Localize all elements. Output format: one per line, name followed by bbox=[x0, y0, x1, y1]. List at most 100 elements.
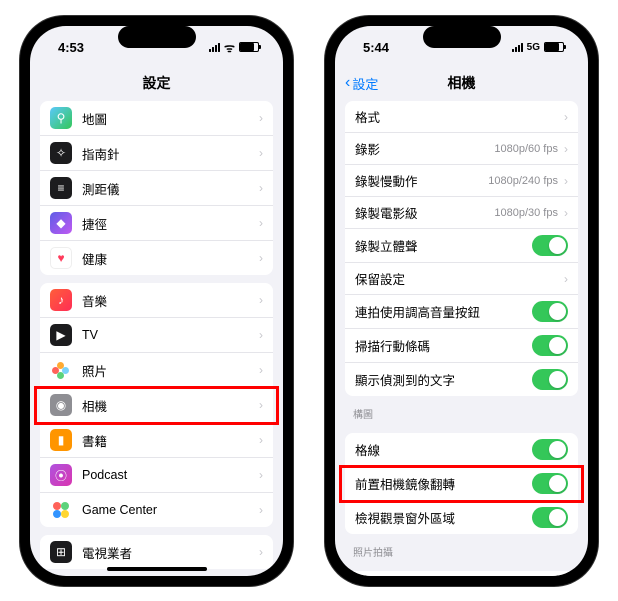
row-label: Game Center bbox=[82, 503, 259, 517]
settings-row[interactable]: ≡測距儀› bbox=[40, 171, 273, 206]
settings-section: 格線前置相機鏡像翻轉檢視觀景窗外區域 bbox=[345, 433, 578, 534]
wifi-icon: ᯤ bbox=[224, 39, 235, 56]
settings-row[interactable]: ♥ 健康› bbox=[40, 241, 273, 275]
row-label: 音樂 bbox=[82, 291, 259, 310]
settings-row[interactable]: 連拍使用調高音量按鈕 bbox=[345, 295, 578, 329]
toggle-switch[interactable] bbox=[532, 439, 568, 460]
chevron-right-icon: › bbox=[259, 398, 263, 412]
toggle-switch[interactable] bbox=[532, 369, 568, 390]
settings-row[interactable]: ✧指南針› bbox=[40, 136, 273, 171]
music-icon: ♪ bbox=[50, 289, 72, 311]
nav-title: 設定 bbox=[143, 73, 171, 93]
row-label: 指南針 bbox=[82, 144, 259, 163]
status-time: 4:53 bbox=[58, 40, 84, 55]
camera-icon: ◉ bbox=[50, 394, 72, 416]
chevron-right-icon: › bbox=[259, 146, 263, 160]
row-detail: 1080p/240 fps bbox=[488, 175, 558, 187]
row-label: 錄製立體聲 bbox=[355, 236, 532, 255]
network-label: 5G bbox=[527, 42, 540, 53]
camera-settings-list[interactable]: 格式›錄影1080p/60 fps›錄製慢動作1080p/240 fps›錄製電… bbox=[335, 98, 588, 576]
chevron-right-icon: › bbox=[564, 206, 568, 220]
row-label: 前置相機鏡像翻轉 bbox=[355, 474, 532, 493]
settings-row[interactable]: 顯示偵測到的文字 bbox=[345, 363, 578, 396]
settings-row[interactable]: Game Center› bbox=[40, 493, 273, 527]
status-time: 5:44 bbox=[363, 40, 389, 55]
settings-row[interactable]: 錄製慢動作1080p/240 fps › bbox=[345, 165, 578, 197]
settings-row[interactable]: ⊞電視業者› bbox=[40, 535, 273, 569]
row-label: 測距儀 bbox=[82, 179, 259, 198]
chevron-right-icon: › bbox=[259, 545, 263, 559]
chevron-right-icon: › bbox=[564, 272, 568, 286]
podcast-icon: ⦿ bbox=[50, 464, 72, 486]
row-label: Podcast bbox=[82, 468, 259, 482]
settings-row[interactable]: ▮書籍› bbox=[40, 423, 273, 458]
row-label: 捷徑 bbox=[82, 214, 259, 233]
settings-section: ⚲地圖›✧指南針›≡測距儀›◆捷徑›♥健康› bbox=[40, 101, 273, 275]
settings-row[interactable]: ♪音樂› bbox=[40, 283, 273, 318]
settings-row[interactable]: 前置相機鏡像翻轉 bbox=[345, 467, 578, 501]
row-detail: 1080p/30 fps bbox=[494, 207, 558, 219]
chevron-right-icon: › bbox=[259, 251, 263, 265]
row-label: 健康 bbox=[82, 249, 259, 268]
row-label: 掃描行動條碼 bbox=[355, 336, 532, 355]
row-label: 連拍使用調高音量按鈕 bbox=[355, 302, 532, 321]
settings-section: 格式›錄影1080p/60 fps›錄製慢動作1080p/240 fps›錄製電… bbox=[345, 101, 578, 396]
toggle-switch[interactable] bbox=[532, 507, 568, 528]
settings-row[interactable]: ▶TV› bbox=[40, 318, 273, 353]
chevron-right-icon: › bbox=[259, 111, 263, 125]
left-screen: 4:53 ᯤ 設定 ⚲地圖›✧指南針›≡測距儀›◆捷徑›♥健康›♪音樂›▶TV›… bbox=[30, 26, 283, 576]
photos-icon bbox=[50, 359, 72, 381]
health-icon: ♥ bbox=[50, 247, 72, 269]
right-phone: 5:44 5G ‹ 設定 相機 格式›錄影1080p/60 fps›錄製慢動作1… bbox=[325, 16, 598, 586]
dynamic-island bbox=[423, 26, 501, 48]
back-button[interactable]: ‹ 設定 bbox=[345, 74, 378, 93]
row-label: 檢視觀景窗外區域 bbox=[355, 508, 532, 527]
settings-row[interactable]: 錄製立體聲 bbox=[345, 229, 578, 263]
toggle-switch[interactable] bbox=[532, 301, 568, 322]
chevron-right-icon: › bbox=[259, 328, 263, 342]
settings-row[interactable]: 保留設定› bbox=[345, 263, 578, 295]
books-icon: ▮ bbox=[50, 429, 72, 451]
settings-row[interactable]: 格線 bbox=[345, 433, 578, 467]
section-header: 照片拍攝 bbox=[335, 534, 588, 563]
row-label: 相機 bbox=[82, 396, 259, 415]
row-label: 書籍 bbox=[82, 431, 259, 450]
chevron-right-icon: › bbox=[259, 216, 263, 230]
settings-section: ♪音樂›▶TV›照片›◉相機›▮書籍›⦿Podcast›Game Center› bbox=[40, 283, 273, 527]
settings-row[interactable]: 錄影1080p/60 fps› bbox=[345, 133, 578, 165]
settings-row[interactable]: 掃描行動條碼 bbox=[345, 329, 578, 363]
settings-row[interactable]: 格式› bbox=[345, 101, 578, 133]
toggle-switch[interactable] bbox=[532, 335, 568, 356]
chevron-right-icon: › bbox=[564, 174, 568, 188]
settings-row[interactable]: 照片› bbox=[40, 353, 273, 388]
right-screen: 5:44 5G ‹ 設定 相機 格式›錄影1080p/60 fps›錄製慢動作1… bbox=[335, 26, 588, 576]
settings-row[interactable]: ⦿ Podcast› bbox=[40, 458, 273, 493]
tvprovider-icon: ⊞ bbox=[50, 541, 72, 563]
settings-row[interactable]: 錄製電影級1080p/30 fps › bbox=[345, 197, 578, 229]
row-label: 錄製電影級 bbox=[355, 203, 494, 222]
nav-bar: 設定 bbox=[30, 68, 283, 98]
row-label: 錄影 bbox=[355, 139, 494, 158]
chevron-right-icon: › bbox=[564, 110, 568, 124]
battery-icon bbox=[544, 42, 564, 52]
row-label: 錄製慢動作 bbox=[355, 171, 488, 190]
nav-bar: ‹ 設定 相機 bbox=[335, 68, 588, 98]
dynamic-island bbox=[118, 26, 196, 48]
settings-row[interactable]: ⚲地圖› bbox=[40, 101, 273, 136]
toggle-switch[interactable] bbox=[532, 473, 568, 494]
back-label: 設定 bbox=[352, 74, 378, 93]
settings-list[interactable]: ⚲地圖›✧指南針›≡測距儀›◆捷徑›♥健康›♪音樂›▶TV›照片›◉相機›▮書籍… bbox=[30, 98, 283, 576]
settings-row[interactable]: ◆捷徑› bbox=[40, 206, 273, 241]
home-indicator[interactable] bbox=[107, 567, 207, 571]
settings-row[interactable]: ◉ 相機› bbox=[40, 388, 273, 423]
settings-row[interactable]: 攝影風格 bbox=[345, 571, 578, 576]
settings-row[interactable]: 檢視觀景窗外區域 bbox=[345, 501, 578, 534]
row-label: TV bbox=[82, 328, 259, 342]
row-label: 格線 bbox=[355, 440, 532, 459]
chevron-right-icon: › bbox=[259, 468, 263, 482]
row-label: 照片 bbox=[82, 361, 259, 380]
signal-icon bbox=[512, 43, 523, 52]
toggle-switch[interactable] bbox=[532, 235, 568, 256]
measure-icon: ≡ bbox=[50, 177, 72, 199]
settings-section: ⊞電視業者› bbox=[40, 535, 273, 569]
